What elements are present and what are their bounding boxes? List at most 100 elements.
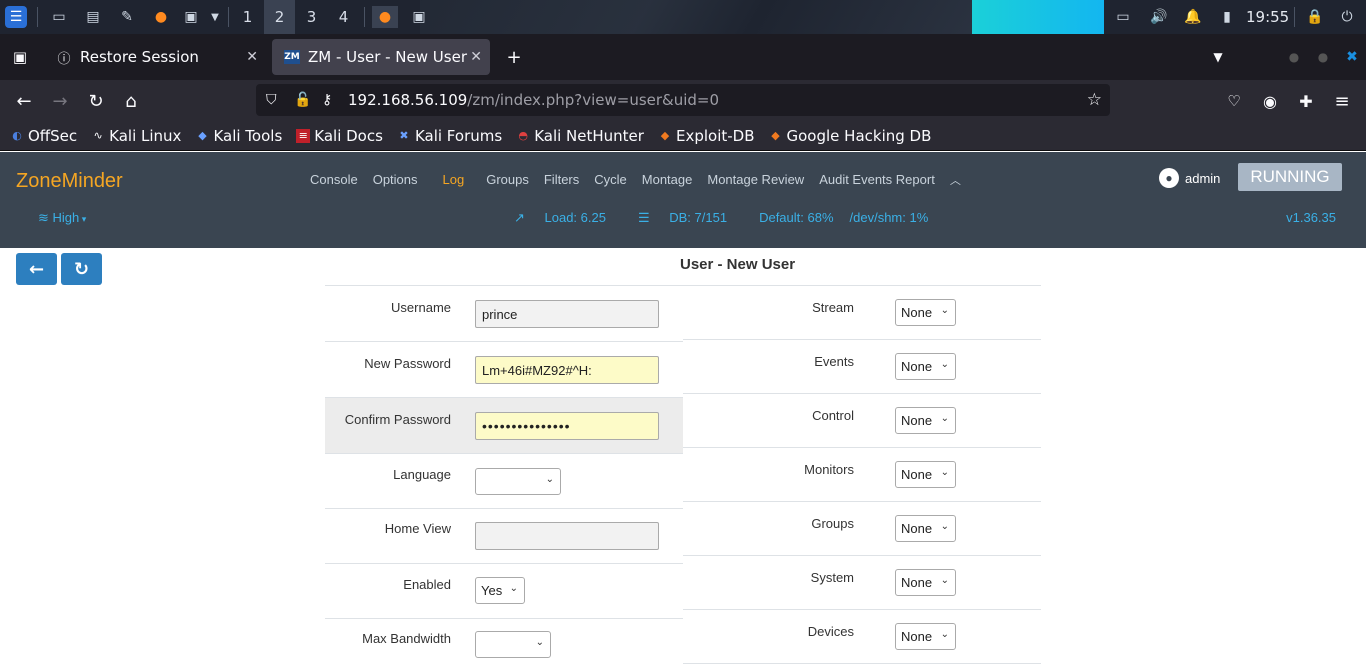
menu-cycle[interactable]: Cycle <box>594 172 627 188</box>
close-icon[interactable]: ✕ <box>470 49 482 65</box>
screen-icon[interactable]: ▭ <box>1112 6 1134 28</box>
menu-options[interactable]: Options <box>373 172 418 188</box>
bandwidth-dropdown[interactable]: ≋ High ▾ <box>38 210 86 226</box>
new-tab-icon[interactable]: + <box>502 45 526 69</box>
events-select[interactable]: None ⌄ <box>895 353 956 380</box>
menu-log[interactable]: Log <box>443 172 465 188</box>
menu-montage-review[interactable]: Montage Review <box>707 172 804 188</box>
kali-menu-icon[interactable]: ☰ <box>5 6 27 28</box>
home-view-input[interactable] <box>475 522 659 550</box>
shield-icon[interactable]: ⛉ <box>266 92 284 108</box>
close-icon[interactable]: ✕ <box>246 49 258 65</box>
maximize-icon[interactable]: ● <box>1311 45 1335 69</box>
row-stream: Stream None ⌄ <box>683 286 1041 340</box>
lock-icon[interactable]: 🔒 <box>1304 6 1326 28</box>
zm-header: ZoneMinder Console Options Log Groups Fi… <box>0 152 1366 248</box>
insecure-lock-icon[interactable]: 🔓 <box>294 92 312 108</box>
bookmark-kali-tools[interactable]: ◆ Kali Tools <box>195 127 282 145</box>
devices-select[interactable]: None ⌄ <box>895 623 956 650</box>
wifi-icon: ≋ <box>38 210 53 225</box>
taskbar-separator <box>37 7 38 27</box>
username-input[interactable]: prince <box>475 300 659 328</box>
zm-status-bar: ↗ Load: 6.25 ☰ DB: 7/151 Default: 68% /d… <box>514 210 944 226</box>
reload-icon[interactable]: ↻ <box>84 89 108 113</box>
minimize-icon[interactable]: ● <box>1282 45 1306 69</box>
terminal-launcher-icon[interactable]: ▣ <box>180 6 202 28</box>
forward-arrow-icon[interactable]: → <box>48 89 72 113</box>
firefox-window-icon[interactable]: ● <box>372 6 398 28</box>
confirm-password-input[interactable]: ••••••••••••••• <box>475 412 659 440</box>
stream-select[interactable]: None ⌄ <box>895 299 956 326</box>
pocket-icon[interactable]: ♡ <box>1222 89 1246 113</box>
menu-montage[interactable]: Montage <box>642 172 693 188</box>
window-close-icon[interactable]: ✖ <box>1340 45 1364 69</box>
workspace-2[interactable]: 2 <box>264 0 295 34</box>
workspace-1[interactable]: 1 <box>232 0 263 34</box>
volume-icon[interactable]: 🔊 <box>1148 6 1170 28</box>
system-select[interactable]: None ⌄ <box>895 569 956 596</box>
notification-bell-icon[interactable]: 🔔 <box>1182 6 1204 28</box>
back-button[interactable]: ← <box>16 253 57 285</box>
power-icon[interactable]: ⏻ <box>1336 6 1358 28</box>
kali-tools-icon: ◆ <box>198 129 207 142</box>
tab-zm-new-user[interactable]: ZM ZM - User - New User ✕ <box>272 39 490 75</box>
monitors-select[interactable]: None ⌄ <box>895 461 956 488</box>
groups-select[interactable]: None ⌄ <box>895 515 956 542</box>
enabled-select[interactable]: Yes ⌄ <box>475 577 525 604</box>
ghdb-icon: ◆ <box>771 129 780 142</box>
bookmark-kali-forums[interactable]: ✖ Kali Forums <box>397 127 502 145</box>
address-bar[interactable]: ⛉ 🔓 ⚷ 192.168.56.109/zm/index.php?view=u… <box>256 84 1110 116</box>
collapse-chevron-icon[interactable]: ︿ <box>950 172 961 188</box>
taskbar-wallpaper-strip <box>420 0 980 34</box>
bookmark-google-hacking-db[interactable]: ◆ Google Hacking DB <box>769 127 931 145</box>
confirm-password-label: Confirm Password <box>344 412 451 427</box>
chevron-down-icon: ⌄ <box>535 637 544 648</box>
browser-tab-strip: ▣ ⓘ Restore Session ✕ ZM ZM - User - New… <box>0 34 1366 80</box>
list-tabs-chevron-icon[interactable]: ▼ <box>1206 45 1230 69</box>
bookmark-kali-docs[interactable]: ≡ Kali Docs <box>296 127 383 145</box>
language-select[interactable]: ⌄ <box>475 468 561 495</box>
workspace-3[interactable]: 3 <box>296 0 327 34</box>
monitors-label: Monitors <box>804 462 854 477</box>
menu-console[interactable]: Console <box>310 172 358 188</box>
hamburger-menu-icon[interactable]: ≡ <box>1330 89 1354 113</box>
menu-groups[interactable]: Groups <box>486 172 529 188</box>
terminal-window-icon[interactable]: ▣ <box>408 6 430 28</box>
bookmark-kali-nethunter[interactable]: ◓ Kali NetHunter <box>516 127 644 145</box>
refresh-button[interactable]: ↻ <box>61 253 102 285</box>
bookmark-exploit-db[interactable]: ◆ Exploit-DB <box>658 127 755 145</box>
home-view-label: Home View <box>384 521 451 536</box>
clock[interactable]: 19:55 <box>1246 0 1289 34</box>
home-icon[interactable]: ⌂ <box>119 89 143 113</box>
taskbar-separator <box>1294 7 1295 27</box>
back-arrow-icon[interactable]: ← <box>12 89 36 113</box>
battery-icon[interactable]: ▮ <box>1216 6 1238 28</box>
menu-filters[interactable]: Filters <box>544 172 579 188</box>
tab-overview-icon[interactable]: ▣ <box>8 45 32 69</box>
zm-state-button[interactable]: RUNNING <box>1238 163 1342 191</box>
chevron-down-icon: ⌄ <box>940 467 949 478</box>
key-icon[interactable]: ⚷ <box>322 92 340 108</box>
file-manager-icon[interactable]: ▤ <box>82 6 104 28</box>
zm-user-menu[interactable]: ● admin <box>1159 168 1220 188</box>
control-select[interactable]: None ⌄ <box>895 407 956 434</box>
new-password-input[interactable]: Lm+46i#MZ92#^H: <box>475 356 659 384</box>
zm-version[interactable]: v1.36.35 <box>1286 210 1336 225</box>
menu-audit-events-report[interactable]: Audit Events Report <box>819 172 935 188</box>
chevron-down-icon[interactable]: ▼ <box>204 6 226 28</box>
account-icon[interactable]: ◉ <box>1258 89 1282 113</box>
row-home-view: Home View <box>325 509 683 564</box>
workspace-4[interactable]: 4 <box>328 0 359 34</box>
max-bandwidth-select[interactable]: ⌄ <box>475 631 551 658</box>
text-editor-icon[interactable]: ✎ <box>116 6 138 28</box>
stream-label: Stream <box>812 300 854 315</box>
bookmark-star-icon[interactable]: ☆ <box>1087 90 1102 110</box>
tab-restore-session[interactable]: ⓘ Restore Session ✕ <box>44 39 266 75</box>
firefox-launcher-icon[interactable]: ● <box>150 6 172 28</box>
zm-logo[interactable]: ZoneMinder <box>16 170 123 193</box>
bookmark-kali-linux[interactable]: ∿ Kali Linux <box>91 127 182 145</box>
extensions-icon[interactable]: ✚ <box>1294 89 1318 113</box>
bookmark-offsec[interactable]: ◐ OffSec <box>10 127 77 145</box>
show-desktop-icon[interactable]: ▭ <box>48 6 70 28</box>
row-max-bandwidth: Max Bandwidth ⌄ <box>325 619 683 672</box>
